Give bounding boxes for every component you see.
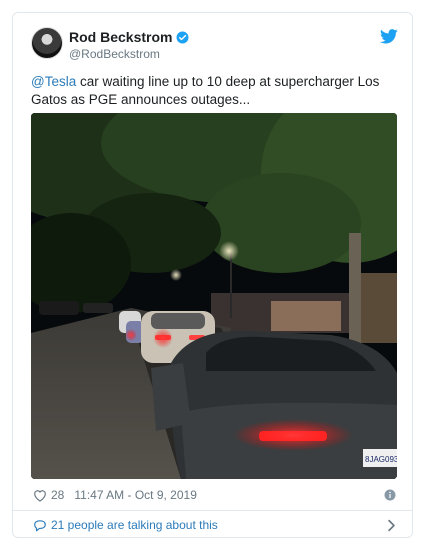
tweet-photo[interactable]: 8JAG093 <box>31 113 397 479</box>
author-row[interactable]: Rod Beckstrom <box>69 29 189 45</box>
tweet-timestamp[interactable]: 11:47 AM - Oct 9, 2019 <box>74 488 197 502</box>
mention-link[interactable]: @Tesla <box>31 74 76 89</box>
tweet-card: Rod Beckstrom @RodBeckstrom @Tesla car w… <box>12 12 413 538</box>
info-icon[interactable] <box>384 489 396 501</box>
twitter-bird-icon[interactable] <box>380 29 398 44</box>
avatar[interactable] <box>31 27 63 59</box>
license-plate: 8JAG093 <box>365 455 397 464</box>
heart-icon[interactable] <box>33 489 47 502</box>
chevron-right-icon[interactable] <box>387 519 396 532</box>
night-street-photo: 8JAG093 <box>31 113 397 479</box>
conversation-link[interactable]: 21 people are talking about this <box>33 518 218 532</box>
like-count[interactable]: 28 <box>51 488 64 502</box>
author-handle[interactable]: @RodBeckstrom <box>69 47 160 61</box>
conversation-text[interactable]: 21 people are talking about this <box>51 518 218 532</box>
author-name[interactable]: Rod Beckstrom <box>69 29 172 45</box>
tweet-meta: 28 11:47 AM - Oct 9, 2019 <box>33 488 197 502</box>
tweet-text: @Tesla car waiting line up to 10 deep at… <box>31 73 399 109</box>
divider <box>13 510 412 511</box>
verified-badge-icon <box>177 31 189 43</box>
speech-bubble-icon <box>34 519 46 531</box>
tweet-body: car waiting line up to 10 deep at superc… <box>31 74 380 107</box>
